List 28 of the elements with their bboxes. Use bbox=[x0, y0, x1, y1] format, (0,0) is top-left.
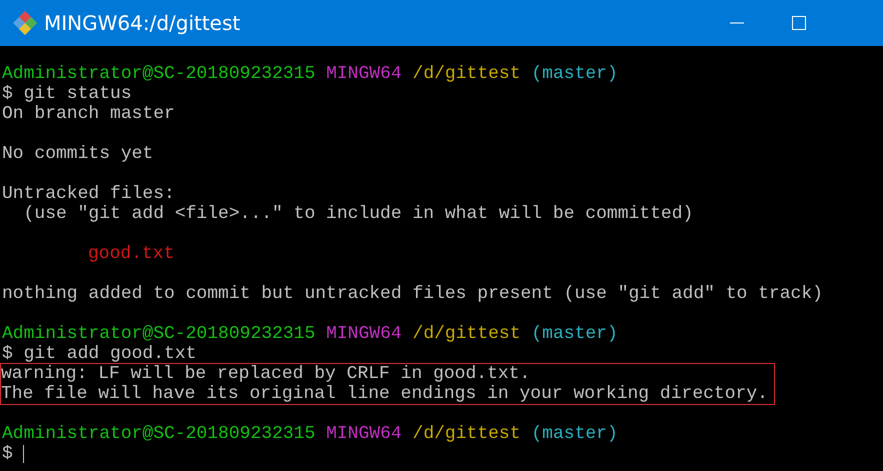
untracked-file-name: good.txt bbox=[87, 244, 174, 264]
shell-name: MINGW64 bbox=[326, 64, 402, 84]
path-text: /d/gittest bbox=[412, 324, 521, 344]
branch-text: (master) bbox=[531, 324, 618, 344]
warning-line: The file will have its original line endings in your working directory. bbox=[1, 384, 768, 404]
window-title: MINGW64:/d/gittest bbox=[44, 11, 240, 35]
warning-line: warning: LF will be replaced by CRLF in good.txt. bbox=[1, 364, 532, 384]
path-text: /d/gittest bbox=[412, 64, 521, 84]
output-line: (use "git add <file>..." to include in what will be committed) bbox=[22, 204, 694, 224]
output-line: $ git status bbox=[2, 84, 132, 104]
maximize-icon[interactable] bbox=[792, 16, 806, 30]
shell-name: MINGW64 bbox=[326, 424, 402, 444]
text-cursor bbox=[22, 445, 24, 463]
user-host-text: Administrator@SC-201809232315 bbox=[2, 424, 316, 444]
output-line: On branch master bbox=[2, 104, 175, 124]
branch-text: (master) bbox=[531, 64, 618, 84]
output-line: No commits yet bbox=[2, 144, 154, 164]
user-host-text: Administrator@SC-201809232315 bbox=[2, 324, 316, 344]
user-host-text: Administrator@SC-201809232315 bbox=[2, 64, 316, 84]
app-icon bbox=[12, 10, 38, 36]
path-text: /d/gittest bbox=[412, 424, 521, 444]
prompt-symbol: $ bbox=[2, 444, 13, 464]
branch-text: (master) bbox=[531, 424, 618, 444]
output-line: $ git add good.txt bbox=[2, 344, 196, 364]
minimize-icon[interactable] bbox=[730, 22, 744, 24]
output-line: Untracked files: bbox=[2, 184, 175, 204]
shell-name: MINGW64 bbox=[326, 324, 402, 344]
output-line: nothing added to commit but untracked files present (use "git add" to track) bbox=[2, 284, 823, 304]
